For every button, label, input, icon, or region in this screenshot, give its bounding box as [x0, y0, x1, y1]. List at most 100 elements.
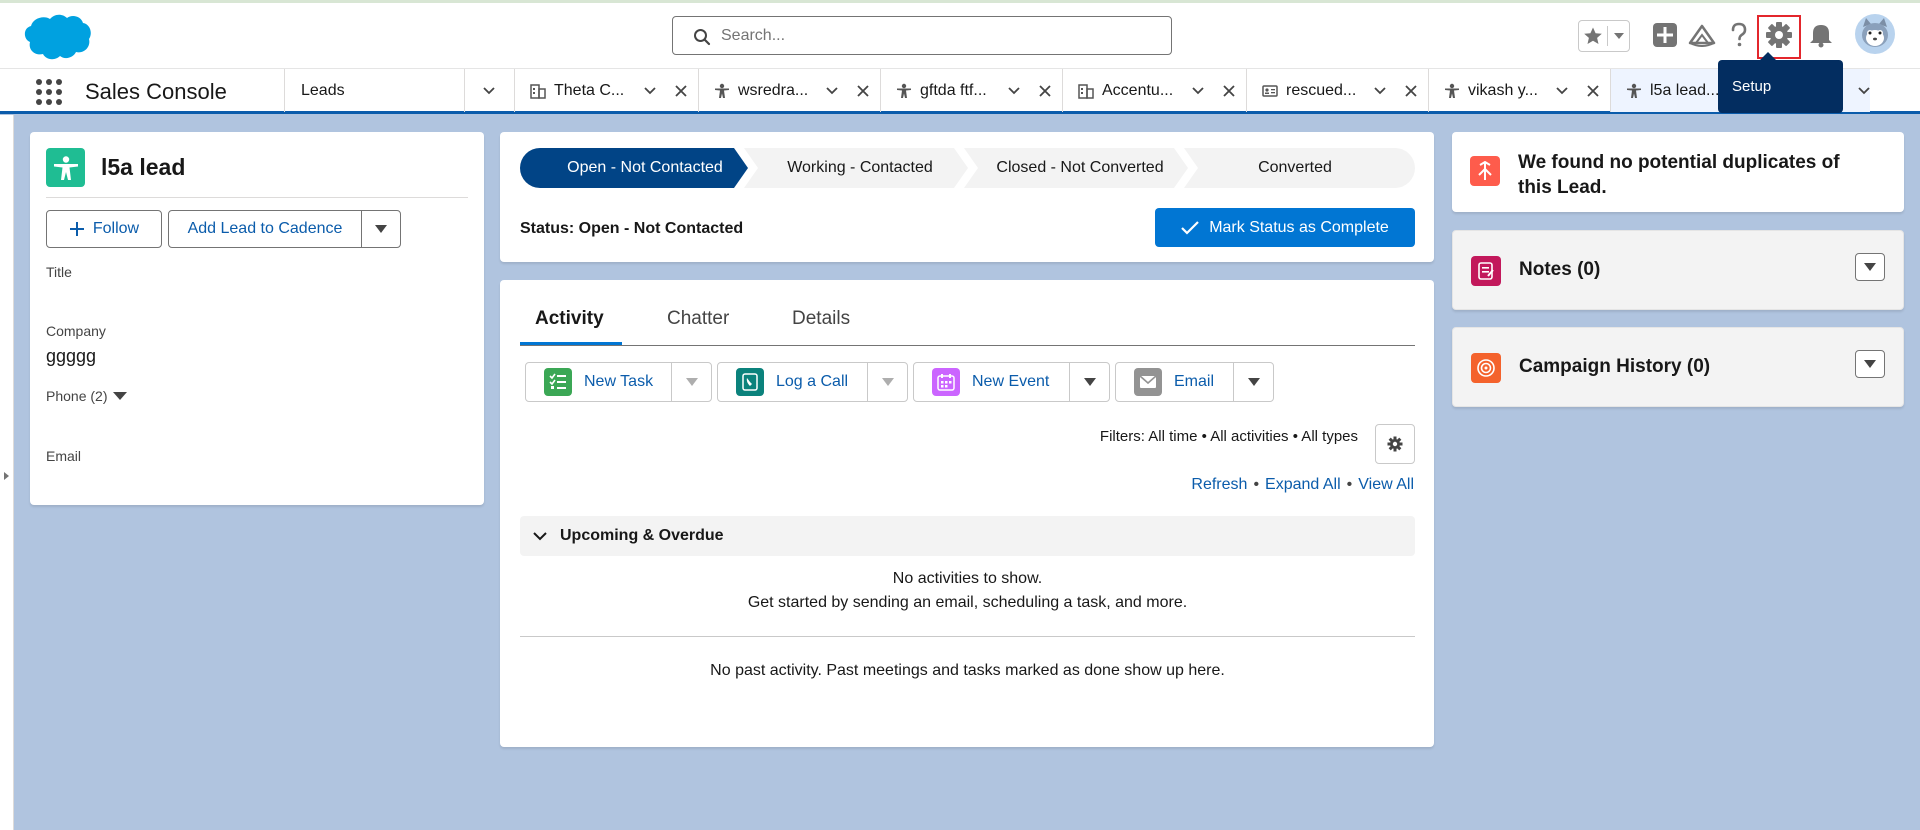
favorites-button[interactable] — [1578, 20, 1630, 52]
global-search[interactable]: Search... — [672, 16, 1172, 55]
campaign-history-related-list: Campaign History (0) — [1452, 327, 1904, 407]
path-stage-closed[interactable]: Closed - Not Converted — [970, 148, 1190, 188]
tab-rescued[interactable]: rescued... — [1246, 69, 1428, 112]
path-stage-working[interactable]: Working - Contacted — [750, 148, 970, 188]
chevron-down-icon[interactable] — [643, 84, 657, 98]
notifications-button[interactable] — [1806, 18, 1836, 52]
refresh-link[interactable]: Refresh — [1191, 476, 1247, 493]
duplicates-message: We found no potential duplicates of this… — [1518, 152, 1840, 198]
close-icon[interactable] — [675, 85, 687, 97]
lead-icon — [896, 83, 912, 99]
call-icon — [736, 368, 764, 396]
tab-wsredra[interactable]: wsredra... — [698, 69, 880, 112]
campaign-history-title[interactable]: Campaign History (0) — [1519, 356, 1710, 378]
tab-vikash-y[interactable]: vikash y... — [1428, 69, 1610, 112]
tab-label: Leads — [301, 81, 345, 99]
close-icon[interactable] — [1039, 85, 1051, 97]
help-button[interactable] — [1724, 18, 1754, 52]
upcoming-title: Upcoming & Overdue — [560, 527, 724, 544]
add-icon — [1653, 23, 1677, 47]
chevron-down-icon[interactable] — [1191, 84, 1205, 98]
new-task-button[interactable]: New Task — [525, 362, 712, 402]
duplicate-icon — [1470, 156, 1500, 186]
chevron-down-icon[interactable] — [1857, 84, 1871, 98]
tab-activity[interactable]: Activity — [535, 308, 604, 330]
notes-icon — [1471, 256, 1501, 286]
building-icon — [1078, 83, 1094, 99]
view-all-link[interactable]: View All — [1358, 476, 1414, 493]
phone-label: Phone (2) — [46, 388, 108, 404]
task-icon — [544, 368, 572, 396]
follow-button[interactable]: Follow — [46, 210, 162, 248]
title-label: Title — [46, 264, 72, 280]
email-button[interactable]: Email — [1115, 362, 1274, 402]
close-icon[interactable] — [1405, 85, 1417, 97]
email-icon — [1134, 368, 1162, 396]
path-stage-converted[interactable]: Converted — [1190, 148, 1400, 188]
chevron-down-icon — [483, 87, 495, 95]
chevron-down-icon[interactable] — [1608, 33, 1629, 39]
search-icon — [694, 29, 711, 46]
close-icon[interactable] — [1223, 85, 1235, 97]
notes-title[interactable]: Notes (0) — [1519, 259, 1600, 281]
tab-gftda-ftf[interactable]: gftda ftf... — [880, 69, 1062, 112]
divider — [46, 197, 468, 198]
salesforce-logo[interactable] — [20, 11, 92, 63]
global-header: Search... — [0, 3, 1920, 68]
notes-actions-dropdown[interactable] — [1855, 253, 1885, 281]
calendar-icon — [932, 368, 960, 396]
add-to-cadence-button[interactable]: Add Lead to Cadence — [168, 210, 362, 248]
user-avatar[interactable] — [1854, 13, 1896, 55]
app-launcher-icon[interactable] — [36, 79, 62, 105]
tab-accentu[interactable]: Accentu... — [1062, 69, 1246, 112]
lead-icon — [1444, 83, 1460, 99]
activity-card: Activity Chatter Details New Task Log a … — [500, 280, 1434, 747]
campaign-icon — [1471, 353, 1501, 383]
global-actions-button[interactable] — [1650, 18, 1680, 52]
chevron-down-icon[interactable] — [1373, 84, 1387, 98]
campaign-actions-dropdown[interactable] — [1855, 350, 1885, 378]
chevron-down-icon[interactable] — [1555, 84, 1569, 98]
cadence-label: Add Lead to Cadence — [187, 220, 343, 237]
activity-settings-button[interactable] — [1375, 424, 1415, 464]
chevron-down-icon[interactable] — [1007, 84, 1021, 98]
duplicates-card: We found no potential duplicates of this… — [1452, 132, 1904, 212]
activity-links: Refresh • Expand All • View All — [1191, 476, 1414, 494]
close-icon[interactable] — [1587, 85, 1599, 97]
tab-theta-c[interactable]: Theta C... — [514, 69, 698, 112]
new-event-button[interactable]: New Event — [913, 362, 1110, 402]
tab-label: gftda ftf... — [920, 81, 987, 99]
more-actions-button[interactable] — [361, 210, 401, 248]
setup-button[interactable] — [1762, 18, 1796, 52]
chevron-down-icon — [1864, 360, 1876, 368]
tooltip-text: Setup — [1732, 78, 1772, 95]
trailhead-button[interactable] — [1686, 18, 1718, 52]
utility-bar-toggle[interactable] — [0, 115, 14, 830]
nav-menu-dropdown[interactable] — [464, 69, 514, 112]
chevron-down-icon[interactable] — [1233, 363, 1273, 401]
current-status: Status: Open - Not Contacted — [520, 220, 744, 237]
chevron-down-icon[interactable] — [825, 84, 839, 98]
close-icon[interactable] — [857, 85, 869, 97]
new-event-label: New Event — [972, 373, 1050, 390]
tab-details[interactable]: Details — [792, 308, 850, 330]
tab-chatter[interactable]: Chatter — [667, 308, 729, 330]
mark-status-complete-button[interactable]: Mark Status as Complete — [1155, 208, 1415, 247]
search-placeholder: Search... — [721, 27, 786, 44]
email-label: Email — [1174, 373, 1215, 390]
lead-highlights-card: l5a lead Follow Add Lead to Cadence Titl… — [30, 132, 484, 505]
phone-toggle[interactable]: Phone (2) — [46, 388, 128, 404]
tab-leads[interactable]: Leads — [284, 69, 464, 112]
tab-label: Accentu... — [1102, 81, 1174, 99]
star-icon[interactable] — [1579, 26, 1609, 46]
log-a-call-button[interactable]: Log a Call — [717, 362, 908, 402]
chevron-down-icon[interactable] — [1069, 363, 1109, 401]
expand-all-link[interactable]: Expand All — [1265, 476, 1341, 493]
gear-icon — [1766, 22, 1792, 48]
lead-icon — [714, 83, 730, 99]
upcoming-overdue-section[interactable]: Upcoming & Overdue — [520, 516, 1415, 556]
path-stage-open[interactable]: Open - Not Contacted — [540, 148, 750, 188]
chevron-down-icon — [1864, 263, 1876, 271]
chevron-down-icon[interactable] — [671, 363, 711, 401]
chevron-down-icon[interactable] — [867, 363, 907, 401]
